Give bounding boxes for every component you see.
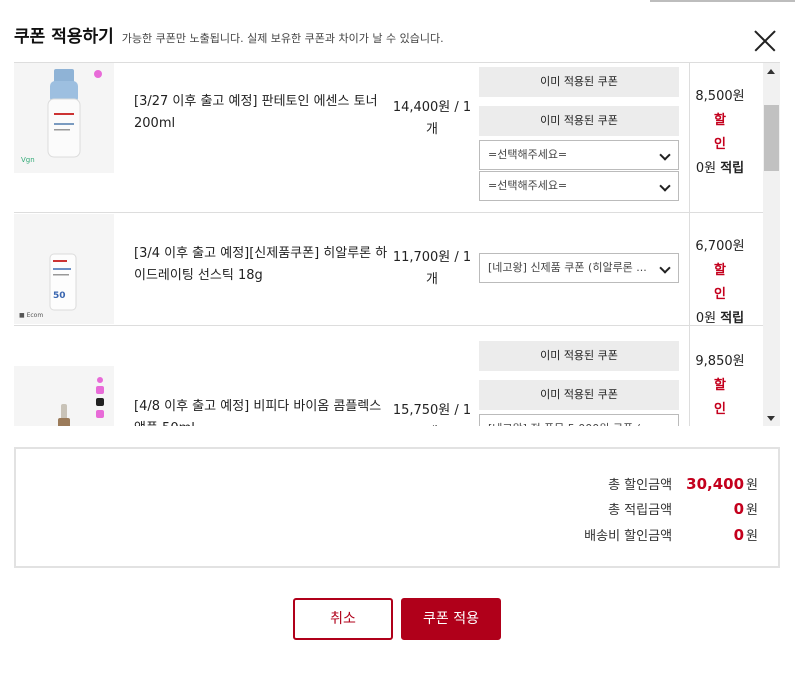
list-scrollbar[interactable] [763, 63, 780, 426]
coupon-select[interactable]: =선택해주세요= [479, 140, 679, 170]
product-image [14, 366, 114, 426]
price-text: 15,750원 / 1 [392, 403, 472, 418]
svg-text:50: 50 [53, 291, 66, 301]
points-label: 적립 [720, 161, 745, 176]
points-amount: 0원 [695, 311, 717, 326]
coupon-product-list[interactable]: Vgn [3/27 이후 출고 예정] 판테토인 에센스 토너 200ml 14… [14, 62, 780, 426]
quantity-unit: 개 [426, 272, 438, 287]
shipping-discount-value: 0 [733, 526, 745, 544]
discount-amount: 8,500원 [695, 89, 745, 104]
modal-header: 쿠폰 적용하기 가능한 쿠폰만 노출됩니다. 실제 보유한 쿠폰과 차이가 날 … [14, 22, 444, 47]
total-points-row: 총 적립금액 0 원 [542, 499, 758, 518]
modal-subtitle: 가능한 쿠폰만 노출됩니다. 실제 보유한 쿠폰과 차이가 날 수 있습니다. [121, 32, 444, 45]
total-discount-value: 30,400 [686, 475, 745, 493]
applied-coupon-button[interactable]: 이미 적용된 쿠폰 [479, 67, 679, 97]
discount-amount: 6,700원 [695, 239, 745, 254]
discount-label-tail: 인 [714, 402, 726, 417]
product-row: [4/8 이후 출고 예정] 비피다 바이옴 콤플렉스 앰플 50ml 15,7… [14, 326, 764, 426]
total-points-label: 총 적립금액 [608, 503, 673, 518]
shipping-discount-label: 배송비 할인금액 [584, 529, 673, 544]
discount-label: 할 [714, 113, 726, 128]
svg-text:Vgn: Vgn [21, 156, 35, 164]
currency-unit: 원 [746, 503, 758, 518]
applied-coupon-button[interactable]: 이미 적용된 쿠폰 [479, 380, 679, 410]
coupon-options: [네고왕] 신제품 쿠폰 (히알루론 ... [479, 253, 679, 283]
currency-unit: 원 [746, 529, 758, 544]
discount-label-tail: 인 [714, 287, 726, 302]
total-discount-label: 총 할인금액 [608, 478, 673, 493]
total-discount-row: 총 할인금액 30,400 원 [542, 474, 758, 493]
points-amount: 0원 [695, 161, 717, 176]
cancel-button[interactable]: 취소 [293, 598, 393, 640]
close-icon[interactable] [754, 30, 776, 52]
product-price: 14,400원 / 1 개 [392, 97, 472, 141]
discount-amount: 9,850원 [695, 354, 745, 369]
svg-text:■ Ecom: ■ Ecom [19, 312, 43, 319]
total-points-value: 0 [733, 500, 745, 518]
column-divider [689, 63, 690, 426]
benefit-summary: 6,700원 할 인 0원 적립 [690, 235, 750, 331]
product-image: Vgn [14, 63, 114, 173]
price-text: 11,700원 / 1 [392, 250, 472, 265]
product-price: 15,750원 / 1 개 [392, 400, 472, 426]
modal-title: 쿠폰 적용하기 [14, 27, 114, 47]
product-name: [3/4 이후 출고 예정][신제품쿠폰] 히알루론 하이드레이팅 선스틱 18… [134, 246, 388, 283]
scroll-thumb[interactable] [764, 105, 779, 171]
discount-label: 할 [714, 378, 726, 393]
coupon-select[interactable]: =선택해주세요= [479, 171, 679, 201]
points-label: 적립 [720, 311, 745, 326]
applied-coupon-button[interactable]: 이미 적용된 쿠폰 [479, 106, 679, 136]
apply-coupon-button[interactable]: 쿠폰 적용 [401, 598, 501, 640]
product-name: [4/8 이후 출고 예정] 비피다 바이옴 콤플렉스 앰플 50ml [134, 399, 382, 426]
product-row: 50 ■ Ecom [3/4 이후 출고 예정][신제품쿠폰] 히알루론 하이드… [14, 213, 764, 326]
discount-label: 할 [714, 263, 726, 278]
applied-coupon-button[interactable]: 이미 적용된 쿠폰 [479, 341, 679, 371]
price-text: 14,400원 / 1 [392, 100, 472, 115]
discount-label-tail: 인 [714, 137, 726, 152]
currency-unit: 원 [746, 478, 758, 493]
scroll-down-arrow-icon[interactable] [767, 416, 775, 421]
scroll-up-arrow-icon[interactable] [767, 69, 775, 74]
quantity-unit: 개 [392, 422, 472, 426]
coupon-options: 이미 적용된 쿠폰 이미 적용된 쿠폰 =선택해주세요= =선택해주세요= [479, 67, 679, 201]
product-row: Vgn [3/27 이후 출고 예정] 판테토인 에센스 토너 200ml 14… [14, 63, 764, 213]
coupon-options: 이미 적용된 쿠폰 이미 적용된 쿠폰 [네고왕] 전 품목 5,000원 쿠폰… [479, 341, 679, 426]
benefit-summary: 9,850원 할 인 [690, 350, 750, 422]
product-price: 11,700원 / 1 개 [392, 247, 472, 291]
quantity-unit: 개 [426, 122, 438, 137]
coupon-select[interactable]: [네고왕] 신제품 쿠폰 (히알루론 ... [479, 253, 679, 283]
window-edge [650, 0, 795, 2]
totals-panel: 총 할인금액 30,400 원 총 적립금액 0 원 배송비 할인금액 0 원 [14, 447, 780, 568]
product-name: [3/27 이후 출고 예정] 판테토인 에센스 토너 200ml [134, 94, 378, 131]
benefit-summary: 8,500원 할 인 0원 적립 [690, 85, 750, 181]
shipping-discount-row: 배송비 할인금액 0 원 [542, 525, 758, 544]
coupon-select[interactable]: [네고왕] 전 품목 5,000원 쿠폰 (... [479, 414, 679, 426]
product-image: 50 ■ Ecom [14, 214, 114, 324]
